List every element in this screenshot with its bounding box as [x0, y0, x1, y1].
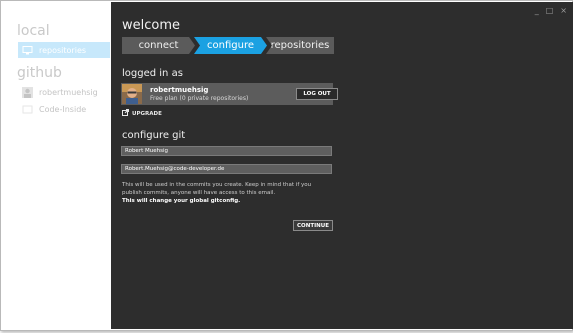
window-controls: _ □ ×: [535, 6, 567, 15]
upgrade-link[interactable]: UPGRADE: [122, 109, 162, 118]
user-avatar-icon: [22, 86, 33, 98]
app-window: local repositories github robertmuehsig …: [0, 0, 573, 331]
logged-in-heading: logged in as: [122, 68, 183, 79]
page-title: welcome: [122, 18, 181, 33]
config-note-bold: This will change your global gitconfig.: [122, 198, 241, 204]
email-field[interactable]: [121, 164, 332, 174]
logout-button[interactable]: LOG OUT: [296, 88, 338, 100]
step-repositories[interactable]: repositories: [266, 37, 334, 54]
local-section-title: local: [17, 23, 50, 39]
sidebar-item-robertmuehsig[interactable]: robertmuehsig: [18, 84, 110, 100]
maximize-button[interactable]: □: [546, 6, 554, 15]
computer-icon: [22, 45, 33, 56]
sidebar-item-code-inside[interactable]: Code-Inside: [18, 101, 110, 117]
minimize-button[interactable]: _: [535, 6, 539, 15]
sidebar-item-label: Code-Inside: [39, 104, 87, 114]
sidebar-item-label: robertmuehsig: [39, 87, 98, 97]
account-plan: Free plan (0 private repositories): [150, 95, 249, 102]
organization-icon: [22, 104, 33, 115]
external-link-icon: [122, 109, 129, 118]
continue-button[interactable]: CONTINUE: [293, 220, 333, 231]
configure-git-heading: configure git: [122, 130, 186, 141]
config-note: This will be used in the commits you cre…: [122, 181, 332, 205]
name-field[interactable]: [121, 146, 332, 156]
config-note-text: This will be used in the commits you cre…: [122, 182, 312, 196]
account-card: robertmuehsig Free plan (0 private repos…: [121, 83, 338, 105]
sidebar-item-label: repositories: [39, 45, 87, 55]
account-name: robertmuehsig: [150, 86, 209, 94]
step-configure[interactable]: configure: [194, 37, 267, 54]
close-button[interactable]: ×: [560, 6, 567, 15]
upgrade-label: UPGRADE: [132, 110, 162, 117]
main-panel: _ □ × welcome connect configure reposito…: [111, 2, 573, 329]
sidebar: local repositories github robertmuehsig …: [2, 2, 110, 329]
step-connect[interactable]: connect: [122, 37, 195, 54]
github-section-title: github: [17, 65, 62, 81]
sidebar-item-repositories[interactable]: repositories: [18, 42, 110, 58]
avatar: [122, 84, 142, 104]
